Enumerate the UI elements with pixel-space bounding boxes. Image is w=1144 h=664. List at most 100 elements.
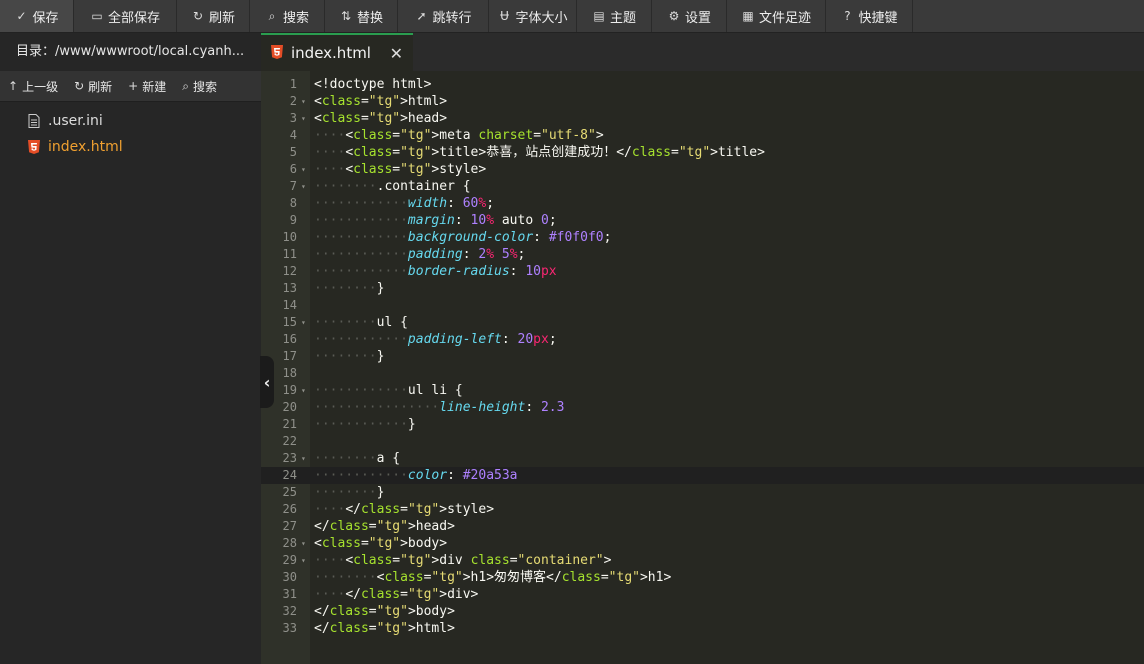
code-line[interactable]: 11 ············padding: 2% 5%; bbox=[261, 246, 1144, 263]
code-line[interactable]: 15 ▾ ········ul { bbox=[261, 314, 1144, 331]
code-line[interactable]: 7 ▾ ········.container { bbox=[261, 178, 1144, 195]
line-number: 27 bbox=[282, 519, 297, 533]
sidebar-action-refresh[interactable]: ↻ 刷新 bbox=[66, 71, 120, 101]
html5-icon bbox=[28, 140, 40, 154]
code-line[interactable]: 18 bbox=[261, 365, 1144, 382]
code-line[interactable]: 32 </class="tg">body> bbox=[261, 603, 1144, 620]
code-line[interactable]: 13 ········} bbox=[261, 280, 1144, 297]
code-line[interactable]: 27 </class="tg">head> bbox=[261, 518, 1144, 535]
save-all-button[interactable]: ▭ 全部保存 bbox=[74, 0, 177, 32]
code-line[interactable]: 6 ▾ ····<class="tg">style> bbox=[261, 161, 1144, 178]
font-size-button[interactable]: Ʉ 字体大小 bbox=[489, 0, 577, 32]
code-text: <class="tg">body> bbox=[314, 536, 448, 551]
line-number: 21 bbox=[282, 417, 297, 431]
sidebar-action-arrow-up[interactable]: ↑ 上一级 bbox=[0, 71, 66, 101]
code-line[interactable]: 24 ············color: #20a53a bbox=[261, 467, 1144, 484]
code-line[interactable]: 5 ····<class="tg">title>恭喜，站点创建成功！</class… bbox=[261, 144, 1144, 161]
code-line[interactable]: 2 ▾ <class="tg">html> bbox=[261, 93, 1144, 110]
search-icon: ⌕ bbox=[268, 8, 276, 23]
fold-arrow-icon[interactable]: ▾ bbox=[301, 314, 306, 331]
code-line[interactable]: 19 ▾ ············ul li { bbox=[261, 382, 1144, 399]
line-number: 33 bbox=[282, 621, 297, 635]
line-number: 29 bbox=[282, 553, 297, 567]
fold-arrow-icon[interactable]: ▾ bbox=[301, 535, 306, 552]
code-line[interactable]: 23 ▾ ········a { bbox=[261, 450, 1144, 467]
line-number: 23 bbox=[282, 451, 297, 465]
code-line[interactable]: 33 </class="tg">html> bbox=[261, 620, 1144, 637]
sidebar-action-plus[interactable]: + 新建 bbox=[120, 71, 174, 101]
sidebar-action-label: 新建 bbox=[142, 79, 167, 94]
code-line[interactable]: 30 ········<class="tg">h1>匆匆博客</class="tg… bbox=[261, 569, 1144, 586]
refresh-button[interactable]: ↻ 刷新 bbox=[177, 0, 250, 32]
code-text: ········} bbox=[314, 349, 385, 364]
code-text: ············color: #20a53a bbox=[314, 468, 518, 483]
file-item[interactable]: .user.ini bbox=[0, 108, 261, 134]
goto-line-button[interactable]: ➚ 跳转行 bbox=[398, 0, 489, 32]
theme-button[interactable]: ▤ 主题 bbox=[577, 0, 652, 32]
tab-label: index.html bbox=[291, 44, 371, 62]
line-number: 30 bbox=[282, 570, 297, 584]
collapse-sidebar-button[interactable]: ‹ bbox=[260, 356, 274, 408]
code-text: ················line-height: 2.3 bbox=[314, 400, 565, 415]
line-number: 11 bbox=[282, 247, 297, 261]
gear-button[interactable]: ⚙ 设置 bbox=[652, 0, 727, 32]
code-line[interactable]: 22 bbox=[261, 433, 1144, 450]
code-editor[interactable]: 1 <!doctype html> 2 ▾ <class="tg">html> 3 ▾ <cl… bbox=[261, 71, 1144, 664]
history-button[interactable]: ▦ 文件足迹 bbox=[727, 0, 826, 32]
code-text: ····</class="tg">style> bbox=[314, 502, 495, 517]
file-item[interactable]: index.html bbox=[0, 134, 261, 160]
save-button[interactable]: ✓ 保存 bbox=[0, 0, 74, 32]
tab-index-html[interactable]: index.html ✕ bbox=[261, 33, 413, 71]
code-line[interactable]: 9 ············margin: 10% auto 0; bbox=[261, 212, 1144, 229]
close-icon[interactable]: ✕ bbox=[390, 44, 403, 63]
sidebar-action-label: 上一级 bbox=[22, 79, 59, 94]
help-button[interactable]: ? 快捷键 bbox=[826, 0, 913, 32]
fold-arrow-icon[interactable]: ▾ bbox=[301, 382, 306, 399]
code-line[interactable]: 3 ▾ <class="tg">head> bbox=[261, 110, 1144, 127]
sidebar-action-search[interactable]: ⌕ 搜索 bbox=[174, 71, 225, 101]
line-number: 10 bbox=[282, 230, 297, 244]
code-line[interactable]: 25 ········} bbox=[261, 484, 1144, 501]
code-text: ····<class="tg">title>恭喜，站点创建成功！</class=… bbox=[314, 145, 765, 160]
code-line[interactable]: 17 ········} bbox=[261, 348, 1144, 365]
code-line[interactable]: 28 ▾ <class="tg">body> bbox=[261, 535, 1144, 552]
fold-arrow-icon[interactable]: ▾ bbox=[301, 93, 306, 110]
fold-arrow-icon[interactable]: ▾ bbox=[301, 552, 306, 569]
directory-path: 目录：/www/wwwroot/local.cyanh... bbox=[0, 33, 261, 71]
line-number: 24 bbox=[282, 468, 297, 482]
code-line[interactable]: 4 ····<class="tg">meta charset="utf-8"> bbox=[261, 127, 1144, 144]
code-text: ········} bbox=[314, 281, 385, 296]
line-number: 13 bbox=[282, 281, 297, 295]
history-icon: ▦ bbox=[742, 9, 754, 23]
fold-arrow-icon[interactable]: ▾ bbox=[301, 110, 306, 127]
code-text: ········a { bbox=[314, 451, 401, 466]
code-text: </class="tg">head> bbox=[314, 519, 455, 534]
code-line[interactable]: 10 ············background-color: #f0f0f0; bbox=[261, 229, 1144, 246]
fold-arrow-icon[interactable]: ▾ bbox=[301, 450, 306, 467]
fold-arrow-icon[interactable]: ▾ bbox=[301, 178, 306, 195]
search-button[interactable]: ⌕ 搜索 bbox=[250, 0, 325, 32]
code-line[interactable]: 1 <!doctype html> bbox=[261, 76, 1144, 93]
line-number: 7 bbox=[289, 179, 297, 193]
arrow-up-icon: ↑ bbox=[8, 79, 19, 93]
chevron-left-icon: ‹ bbox=[263, 372, 271, 392]
code-line[interactable]: 8 ············width: 60%; bbox=[261, 195, 1144, 212]
text-file-icon bbox=[28, 114, 40, 128]
replace-button[interactable]: ⇅ 替换 bbox=[325, 0, 398, 32]
code-line[interactable]: 20 ················line-height: 2.3 bbox=[261, 399, 1144, 416]
code-text: ············ul li { bbox=[314, 383, 463, 398]
code-text: </class="tg">body> bbox=[314, 604, 455, 619]
code-text: ········} bbox=[314, 485, 385, 500]
code-line[interactable]: 26 ····</class="tg">style> bbox=[261, 501, 1144, 518]
line-number: 8 bbox=[289, 196, 297, 210]
theme-icon: ▤ bbox=[593, 9, 605, 23]
code-line[interactable]: 12 ············border-radius: 10px bbox=[261, 263, 1144, 280]
code-line[interactable]: 14 bbox=[261, 297, 1144, 314]
code-line[interactable]: 29 ▾ ····<class="tg">div class="container"… bbox=[261, 552, 1144, 569]
code-line[interactable]: 21 ············} bbox=[261, 416, 1144, 433]
fold-arrow-icon[interactable]: ▾ bbox=[301, 161, 306, 178]
code-line[interactable]: 31 ····</class="tg">div> bbox=[261, 586, 1144, 603]
code-line[interactable]: 16 ············padding-left: 20px; bbox=[261, 331, 1144, 348]
goto-line-icon: ➚ bbox=[416, 9, 427, 23]
code-text: ····<class="tg">style> bbox=[314, 162, 487, 177]
